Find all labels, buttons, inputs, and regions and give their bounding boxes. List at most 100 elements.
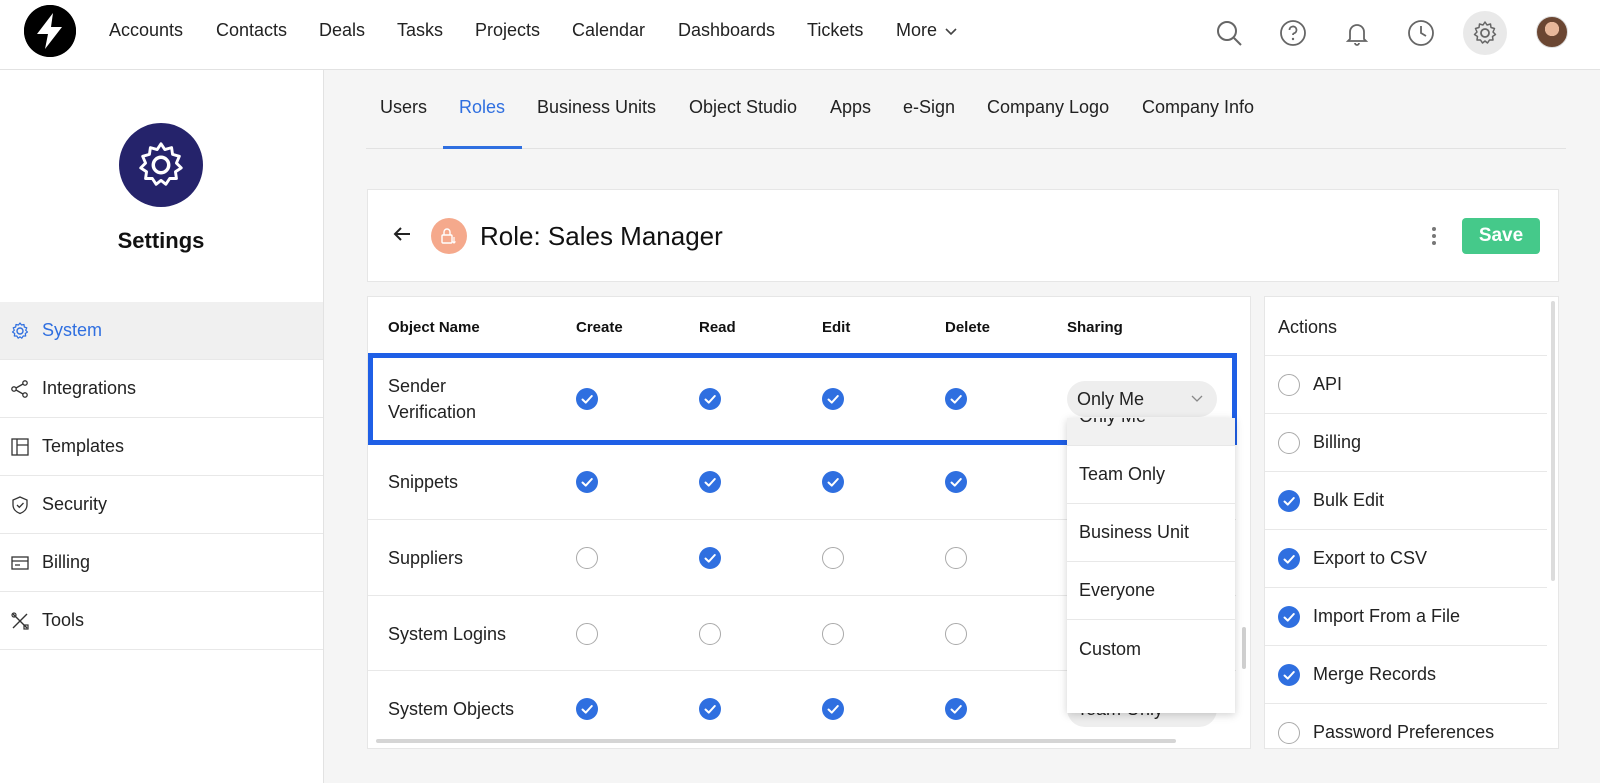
create-checkbox[interactable]	[576, 698, 598, 720]
read-checkbox[interactable]	[699, 623, 721, 645]
gear-icon	[10, 321, 30, 341]
sidebar-item-billing[interactable]: Billing	[0, 534, 323, 592]
checkmark-icon	[704, 705, 716, 714]
nav-contacts[interactable]: Contacts	[216, 20, 287, 41]
tab-apps[interactable]: Apps	[830, 97, 871, 118]
sidebar-item-system[interactable]: System	[0, 302, 323, 360]
create-checkbox[interactable]	[576, 623, 598, 645]
bell-icon	[1345, 24, 1369, 46]
action-item[interactable]: Billing	[1265, 413, 1547, 471]
action-item[interactable]: Export to CSV	[1265, 529, 1547, 587]
create-checkbox[interactable]	[576, 471, 598, 493]
dropdown-option-business-unit[interactable]: Business Unit	[1067, 504, 1235, 562]
tab-business-units[interactable]: Business Units	[537, 97, 656, 118]
delete-checkbox[interactable]	[945, 547, 967, 569]
sidebar-item-tools[interactable]: Tools	[0, 592, 323, 650]
edit-checkbox[interactable]	[822, 471, 844, 493]
tab-object-studio[interactable]: Object Studio	[689, 97, 797, 118]
actions-scrollbar[interactable]	[1551, 301, 1555, 581]
action-checkbox[interactable]	[1278, 373, 1300, 396]
more-options-icon[interactable]	[1424, 224, 1444, 248]
create-checkbox[interactable]	[576, 388, 598, 410]
delete-checkbox[interactable]	[945, 623, 967, 645]
notifications-button[interactable]	[1335, 11, 1379, 55]
column-header-delete: Delete	[945, 319, 991, 336]
nav-tasks[interactable]: Tasks	[397, 20, 443, 41]
checkmark-icon	[704, 478, 716, 487]
action-checkbox[interactable]	[1278, 431, 1300, 454]
tab-company-logo[interactable]: Company Logo	[987, 97, 1109, 118]
checkmark-icon	[581, 395, 593, 404]
action-label: Merge Records	[1313, 664, 1437, 684]
app-logo[interactable]	[24, 5, 76, 57]
tools-icon	[10, 611, 30, 631]
sidebar-title: Settings	[117, 228, 205, 253]
gear-icon	[1473, 21, 1497, 44]
sidebar-item-integrations[interactable]: Integrations	[0, 360, 323, 418]
dropdown-option-team-only[interactable]: Team Only	[1067, 446, 1235, 504]
create-checkbox[interactable]	[576, 547, 598, 569]
clock-icon	[1408, 20, 1434, 46]
search-button[interactable]	[1207, 11, 1251, 55]
sharing-select[interactable]: Only Me	[1067, 381, 1217, 417]
checkmark-icon	[581, 478, 593, 487]
edit-checkbox[interactable]	[822, 698, 844, 720]
user-avatar[interactable]	[1536, 16, 1568, 48]
read-checkbox[interactable]	[699, 471, 721, 493]
action-item[interactable]: Import From a File	[1265, 587, 1547, 645]
delete-checkbox[interactable]	[945, 698, 967, 720]
read-checkbox[interactable]	[699, 547, 721, 569]
nav-deals[interactable]: Deals	[319, 20, 365, 41]
action-label: Export to CSV	[1313, 548, 1428, 568]
tab-roles[interactable]: Roles	[459, 97, 505, 118]
nav-accounts[interactable]: Accounts	[109, 20, 183, 41]
read-checkbox[interactable]	[699, 388, 721, 410]
tab-company-info[interactable]: Company Info	[1142, 97, 1254, 118]
action-item[interactable]: Password Preferences	[1265, 703, 1547, 748]
delete-checkbox[interactable]	[945, 388, 967, 410]
edit-checkbox[interactable]	[822, 388, 844, 410]
delete-checkbox[interactable]	[945, 471, 967, 493]
history-button[interactable]	[1399, 11, 1443, 55]
search-icon	[1217, 21, 1242, 46]
object-name: Sender Verification	[388, 376, 477, 422]
action-checkbox[interactable]	[1278, 489, 1300, 512]
nav-tickets[interactable]: Tickets	[807, 20, 863, 41]
tab-e-sign[interactable]: e-Sign	[903, 97, 955, 118]
shield-icon	[10, 495, 30, 515]
settings-button[interactable]	[1463, 11, 1507, 55]
help-button[interactable]	[1271, 11, 1315, 55]
edit-checkbox[interactable]	[822, 623, 844, 645]
nav-projects[interactable]: Projects	[475, 20, 540, 41]
sidebar-item-templates[interactable]: Templates	[0, 418, 323, 476]
edit-checkbox[interactable]	[822, 547, 844, 569]
action-item[interactable]: Bulk Edit	[1265, 471, 1547, 529]
dropdown-option-custom[interactable]: Custom	[1067, 620, 1235, 678]
action-checkbox[interactable]	[1278, 547, 1300, 570]
action-checkbox[interactable]	[1278, 721, 1300, 744]
dropdown-option-everyone[interactable]: Everyone	[1067, 562, 1235, 620]
gear-icon	[139, 142, 183, 186]
nav-dashboards[interactable]: Dashboards	[678, 20, 775, 41]
dropdown-option-only-me[interactable]: Only Me	[1067, 418, 1235, 446]
action-checkbox[interactable]	[1278, 605, 1300, 628]
checkmark-icon	[581, 705, 593, 714]
sidebar-item-security[interactable]: Security	[0, 476, 323, 534]
nav-more[interactable]: More	[896, 20, 957, 41]
top-navigation-bar: Accounts Contacts Deals Tasks Projects C…	[0, 0, 1600, 70]
role-icon	[431, 218, 467, 254]
action-checkbox[interactable]	[1278, 663, 1300, 686]
read-checkbox[interactable]	[699, 698, 721, 720]
action-item[interactable]: Merge Records	[1265, 645, 1547, 703]
actions-title: Actions	[1278, 317, 1338, 337]
save-button[interactable]: Save	[1462, 218, 1540, 254]
sharing-select-value: Only Me	[1077, 389, 1145, 409]
settings-badge	[119, 123, 203, 207]
action-label: Password Preferences	[1313, 722, 1495, 742]
nav-calendar[interactable]: Calendar	[572, 20, 645, 41]
action-item[interactable]: API	[1265, 355, 1547, 413]
tab-users[interactable]: Users	[380, 97, 427, 118]
vertical-scrollbar[interactable]	[1242, 627, 1246, 669]
back-arrow-icon[interactable]	[390, 222, 414, 246]
horizontal-scrollbar[interactable]	[376, 739, 1176, 743]
